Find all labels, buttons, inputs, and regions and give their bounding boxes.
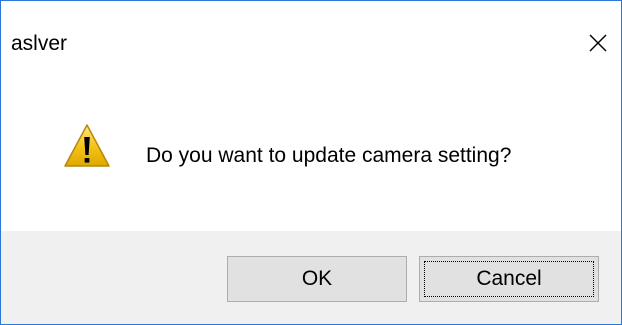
warning-icon (64, 124, 110, 167)
button-bar: OK Cancel (1, 231, 621, 324)
title-bar: aslver (1, 1, 621, 63)
dialog-message: Do you want to update camera setting? (146, 144, 512, 167)
dialog-content: Do you want to update camera setting? (1, 63, 621, 231)
cancel-button-label: Cancel (476, 267, 542, 290)
cancel-button[interactable]: Cancel (419, 256, 599, 302)
close-button[interactable] (575, 25, 621, 61)
close-icon (589, 34, 607, 52)
ok-button[interactable]: OK (227, 256, 407, 302)
message-dialog: aslver Do you want to update camera sett… (0, 0, 622, 325)
window-title: aslver (11, 32, 68, 55)
